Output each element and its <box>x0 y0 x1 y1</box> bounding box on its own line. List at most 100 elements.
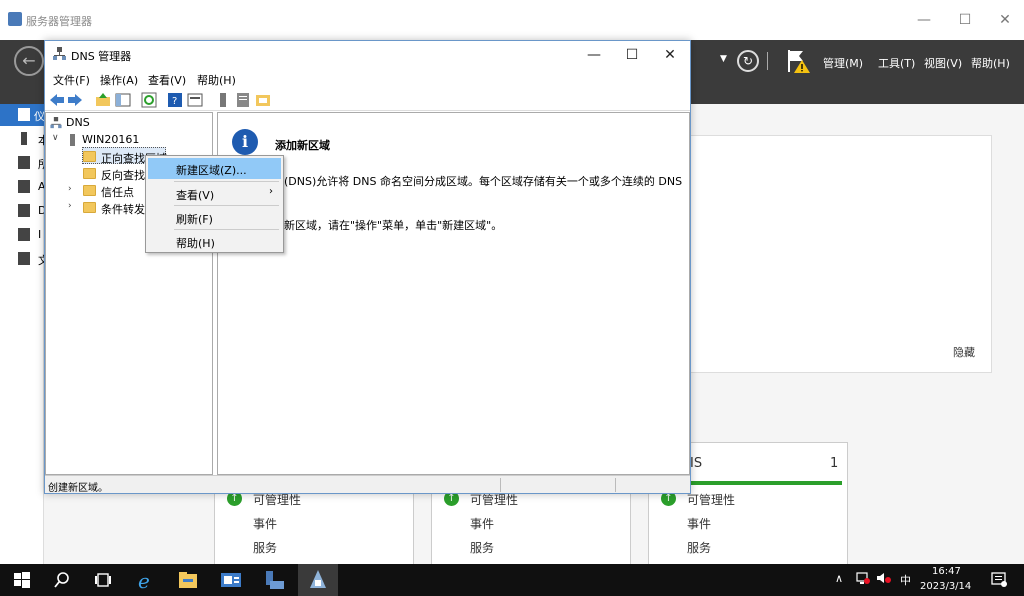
forward-arrow-icon[interactable] <box>67 92 83 108</box>
server-manager-taskbar-icon[interactable] <box>262 568 286 592</box>
sidebar-item-ad[interactable]: A <box>0 176 46 198</box>
refresh-icon[interactable]: ↻ <box>737 50 759 72</box>
maximize-icon[interactable]: ☐ <box>621 45 643 65</box>
folder-icon <box>83 168 96 179</box>
sidebar-item-file-storage[interactable]: 文 <box>0 248 49 270</box>
clock-time[interactable]: 16:47 <box>932 566 961 577</box>
dns-role-icon <box>18 204 30 217</box>
ime-indicator[interactable]: 中 <box>900 572 911 588</box>
menu-tools[interactable]: 工具(T) <box>878 55 915 71</box>
detail-title: 添加新区域 <box>275 139 330 152</box>
menu-separator <box>174 229 279 230</box>
server-manager-title: 服务器管理器 <box>26 15 92 28</box>
svg-text:e: e <box>138 569 150 592</box>
action-center-icon[interactable] <box>990 570 1008 588</box>
tile-row-services[interactable]: 服务 <box>687 539 711 556</box>
server-icon <box>21 132 27 145</box>
tile-heading[interactable]: IS <box>690 456 702 471</box>
tile-row-events[interactable]: 事件 <box>253 515 277 532</box>
file-explorer-icon[interactable] <box>176 568 200 592</box>
ctx-item-refresh[interactable]: 刷新(F) <box>148 207 281 228</box>
dns-manager-window: DNS 管理器 — ☐ ✕ 文件(F) 操作(A) 查看(V) 帮助(H) ? … <box>44 40 691 494</box>
svg-text:?: ? <box>172 96 177 107</box>
network-icon[interactable] <box>856 571 870 585</box>
close-icon[interactable]: ✕ <box>995 10 1015 30</box>
tile-row-services[interactable]: 服务 <box>253 539 277 556</box>
sidebar-item-iis[interactable]: I <box>0 224 44 246</box>
zone-file-icon[interactable] <box>255 92 271 108</box>
server-icon <box>70 134 75 146</box>
status-bar: 创建新区域。 <box>45 475 690 494</box>
tree-item-label: DNS <box>66 116 90 129</box>
tree-item-label: 信任点 <box>101 186 134 199</box>
menu-separator <box>174 181 279 182</box>
ctx-item-label: 查看(V) <box>176 189 215 202</box>
dns-manager-titlebar: DNS 管理器 — ☐ ✕ <box>45 41 690 69</box>
menu-action[interactable]: 操作(A) <box>100 72 138 88</box>
tile-row-events[interactable]: 事件 <box>470 515 494 532</box>
minimize-icon[interactable]: — <box>583 45 605 65</box>
notification-flag-icon[interactable] <box>785 48 811 74</box>
show-hide-tree-icon[interactable] <box>115 92 131 108</box>
server-manager-sidebar: 仪 本 所 A D I 文 <box>0 104 49 564</box>
dns-detail-pane: i 添加新区域 (DNS)允许将 DNS 命名空间分成区域。每个区域存储有关一个… <box>217 112 690 475</box>
hide-link[interactable]: 隐藏 <box>953 344 975 360</box>
detail-instruction: 新区域，请在"操作"菜单，单击"新建区域"。 <box>284 219 503 232</box>
volume-muted-icon[interactable] <box>876 571 892 585</box>
ctx-item-view[interactable]: 查看(V) › <box>148 183 281 204</box>
detail-description: (DNS)允许将 DNS 命名空间分成区域。每个区域存储有关一个或多个连续的 D… <box>284 175 683 188</box>
refresh-icon[interactable] <box>141 92 157 108</box>
menu-file[interactable]: 文件(F) <box>53 72 90 88</box>
chevron-right-icon[interactable]: › <box>68 184 72 194</box>
tile-count: 1 <box>830 456 839 471</box>
menu-manage[interactable]: 管理(M) <box>823 55 863 71</box>
minimize-icon[interactable]: — <box>914 10 934 30</box>
list-icon[interactable] <box>235 92 251 108</box>
help-icon[interactable]: ? <box>167 92 183 108</box>
properties-icon[interactable] <box>187 92 203 108</box>
back-arrow-icon[interactable] <box>49 92 65 108</box>
ctx-item-help[interactable]: 帮助(H) <box>148 231 281 252</box>
folder-icon <box>83 151 96 162</box>
dns-manager-taskbar-button[interactable] <box>298 564 338 596</box>
server-icon[interactable] <box>215 92 231 108</box>
menu-help[interactable]: 帮助(H) <box>971 55 1010 71</box>
context-menu: 新建区域(Z)... 查看(V) › 刷新(F) 帮助(H) <box>145 155 284 253</box>
sidebar-item-dashboard[interactable]: 仪 <box>0 104 45 126</box>
tile-row-manageability[interactable]: 可管理性 <box>687 491 735 508</box>
search-icon[interactable] <box>50 568 74 592</box>
sidebar-item-dns[interactable]: D <box>0 200 46 222</box>
tree-item-label: WIN20161 <box>82 133 140 146</box>
welcome-panel: 隐藏 <box>690 135 992 373</box>
ctx-item-label: 刷新(F) <box>176 213 213 226</box>
sidebar-item-all-servers[interactable]: 所 <box>0 152 49 174</box>
up-folder-icon[interactable] <box>95 92 111 108</box>
control-panel-icon[interactable] <box>219 568 243 592</box>
internet-explorer-icon[interactable]: e <box>134 568 158 592</box>
dns-menubar: 文件(F) 操作(A) 查看(V) 帮助(H) <box>45 69 690 89</box>
tile-row-events[interactable]: 事件 <box>687 515 711 532</box>
taskbar: e ∧ 中 16:47 2023/3/14 <box>0 564 1024 596</box>
dns-manager-icon <box>53 47 66 60</box>
close-icon[interactable]: ✕ <box>659 45 681 65</box>
clock-date[interactable]: 2023/3/14 <box>920 581 971 592</box>
task-view-icon[interactable] <box>91 568 115 592</box>
tile-row-services[interactable]: 服务 <box>470 539 494 556</box>
servers-icon <box>18 156 30 169</box>
menu-view[interactable]: 查看(V) <box>148 72 186 88</box>
sidebar-item-local-server[interactable]: 本 <box>0 128 49 150</box>
maximize-icon[interactable]: ☐ <box>955 10 975 30</box>
ctx-item-label: 帮助(H) <box>176 237 215 250</box>
chevron-up-icon[interactable]: ∧ <box>835 572 843 585</box>
chevron-down-icon[interactable]: ∨ <box>52 133 59 143</box>
chevron-right-icon[interactable]: › <box>68 201 72 211</box>
folder-icon <box>83 202 96 213</box>
menu-view[interactable]: 视图(V) <box>924 55 962 71</box>
windows-start-icon[interactable] <box>10 568 34 592</box>
chevron-down-icon[interactable]: ▼ <box>720 54 727 64</box>
dashboard-icon <box>18 108 30 121</box>
menu-help[interactable]: 帮助(H) <box>197 72 236 88</box>
back-arrow-icon[interactable]: ← <box>14 46 44 76</box>
info-icon: i <box>232 129 258 155</box>
ctx-item-new-zone[interactable]: 新建区域(Z)... <box>148 158 281 179</box>
